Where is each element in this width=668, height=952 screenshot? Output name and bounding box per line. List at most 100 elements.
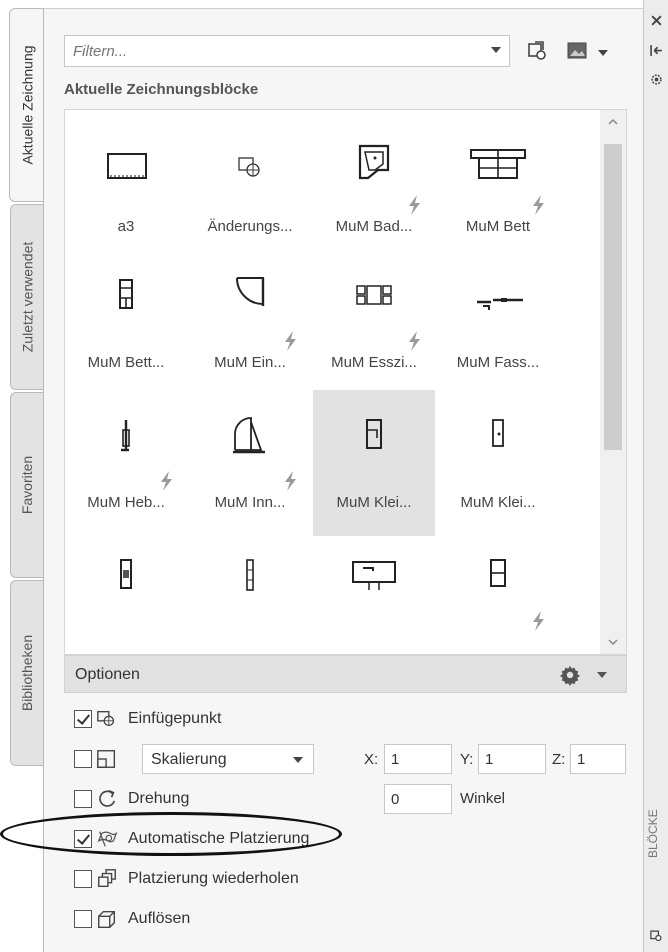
sink-block-icon bbox=[352, 561, 396, 590]
z-label: Z: bbox=[552, 751, 566, 768]
block-tile-label: MuM Klei... bbox=[336, 494, 412, 511]
scrollbar-thumb[interactable] bbox=[604, 144, 622, 450]
chevron-down-icon[interactable] bbox=[598, 50, 608, 56]
scale-z-input[interactable]: 1 bbox=[570, 744, 626, 774]
blocks-panel: Aktuelle Zeichnungsblöcke a3 Änderungs...… bbox=[43, 8, 643, 952]
block-tile[interactable] bbox=[313, 530, 435, 654]
block-tile[interactable] bbox=[437, 530, 559, 654]
block-tile[interactable]: MuM Bett bbox=[437, 114, 559, 260]
block-palette-icon bbox=[650, 930, 662, 942]
option-repeat-placement[interactable]: Platzierung wiederholen bbox=[74, 866, 299, 892]
block-tile[interactable]: a3 bbox=[65, 114, 187, 260]
block-tile[interactable]: MuM Klei... bbox=[437, 390, 559, 536]
scale-mode-dropdown[interactable]: Skalierung bbox=[142, 744, 314, 774]
explode-label: Auflösen bbox=[128, 910, 191, 927]
rotation-label: Drehung bbox=[128, 790, 190, 807]
door-swing-block-icon bbox=[236, 277, 265, 306]
chevron-down-icon[interactable] bbox=[607, 636, 619, 648]
chevron-down-icon[interactable] bbox=[597, 672, 607, 678]
view-image-icon[interactable] bbox=[566, 39, 590, 63]
block-tile[interactable] bbox=[65, 530, 187, 654]
block-tile[interactable]: MuM Ein... bbox=[189, 250, 311, 396]
dynamic-block-icon bbox=[533, 611, 544, 631]
option-insertion-point[interactable]: Einfügepunkt bbox=[74, 706, 221, 732]
x-label: X: bbox=[364, 751, 379, 768]
properties-gear-icon[interactable] bbox=[649, 72, 664, 87]
tab-label: Bibliotheken bbox=[19, 634, 36, 712]
dynamic-block-icon bbox=[533, 195, 544, 215]
tab-aktuelle-zeichnung[interactable]: Aktuelle Zeichnung bbox=[9, 8, 45, 202]
chevron-down-icon[interactable] bbox=[293, 757, 303, 763]
option-scale[interactable] bbox=[74, 746, 118, 772]
option-rotation[interactable]: Drehung bbox=[74, 786, 189, 812]
block-tile-label: MuM Ein... bbox=[214, 354, 286, 371]
chevron-up-icon[interactable] bbox=[607, 116, 619, 128]
wardrobe-block-icon bbox=[366, 419, 382, 449]
block-tile[interactable]: MuM Heb... bbox=[65, 390, 187, 536]
bathtub-block-icon bbox=[358, 144, 390, 180]
close-icon[interactable] bbox=[650, 14, 663, 27]
filter-input[interactable] bbox=[65, 36, 465, 66]
bed-small-block-icon bbox=[119, 279, 133, 309]
insertion-point-checkbox[interactable] bbox=[74, 710, 92, 728]
repeat-placement-icon bbox=[98, 869, 116, 888]
column-block-icon bbox=[120, 559, 132, 589]
block-tile[interactable]: MuM Esszi... bbox=[313, 250, 435, 396]
shelf-block-icon bbox=[490, 559, 506, 587]
palette-title-strip: BLÖCKE bbox=[643, 0, 668, 952]
option-explode[interactable]: Auflösen bbox=[74, 906, 190, 932]
explode-icon bbox=[98, 910, 116, 928]
dynamic-block-icon bbox=[409, 331, 420, 351]
highlight-annotation bbox=[0, 812, 342, 856]
angle-label: Winkel bbox=[460, 790, 506, 807]
scale-y-input[interactable]: 1 bbox=[478, 744, 546, 774]
gear-icon[interactable] bbox=[559, 664, 581, 686]
palette-title: BLÖCKE bbox=[646, 809, 660, 858]
scale-x-input[interactable]: 1 bbox=[384, 744, 452, 774]
block-tile-label: MuM Inn... bbox=[214, 494, 286, 511]
block-tile-label: MuM Klei... bbox=[460, 494, 536, 511]
block-tile-label: MuM Fass... bbox=[456, 354, 540, 371]
facade-block-icon bbox=[477, 298, 523, 310]
inner-door-block-icon bbox=[233, 417, 265, 454]
block-tile-label: Änderungs... bbox=[207, 218, 293, 235]
chevron-down-icon[interactable] bbox=[491, 47, 501, 53]
tab-label: Zuletzt verwendet bbox=[19, 241, 36, 353]
block-tile-label: MuM Heb... bbox=[87, 494, 165, 511]
block-tile[interactable]: MuM Inn... bbox=[189, 390, 311, 536]
scale-icon bbox=[97, 750, 116, 768]
options-header[interactable]: Optionen bbox=[64, 655, 627, 693]
tab-label: Aktuelle Zeichnung bbox=[19, 45, 36, 165]
explode-checkbox[interactable] bbox=[74, 910, 92, 928]
block-tile[interactable]: MuM Bett... bbox=[65, 250, 187, 396]
block-tile-label: MuM Bad... bbox=[335, 218, 413, 235]
filter-combobox[interactable] bbox=[64, 35, 510, 67]
block-tile[interactable]: MuM Klei... bbox=[313, 390, 435, 536]
block-gallery: a3 Änderungs... MuM Bad... MuM Bett MuM Bett… bbox=[64, 109, 627, 655]
dynamic-block-icon bbox=[285, 331, 296, 351]
auto-hide-icon[interactable] bbox=[650, 44, 663, 57]
tab-zuletzt-verwendet[interactable]: Zuletzt verwendet bbox=[10, 204, 44, 390]
options-title: Optionen bbox=[75, 666, 140, 683]
block-tile-label: MuM Bett bbox=[465, 218, 531, 235]
block-tile[interactable]: MuM Bad... bbox=[313, 114, 435, 260]
dynamic-block-icon bbox=[285, 471, 296, 491]
block-tile[interactable]: MuM Fass... bbox=[437, 250, 559, 396]
vertical-scrollbar[interactable] bbox=[600, 110, 626, 654]
insertion-point-label: Einfügepunkt bbox=[128, 710, 222, 727]
bed-block-icon bbox=[470, 149, 526, 179]
tab-favoriten[interactable]: Favoriten bbox=[10, 392, 44, 578]
repeat-placement-checkbox[interactable] bbox=[74, 870, 92, 888]
y-label: Y: bbox=[460, 751, 474, 768]
tab-bibliotheken[interactable]: Bibliotheken bbox=[10, 580, 44, 766]
import-block-icon[interactable] bbox=[526, 39, 550, 63]
scale-checkbox[interactable] bbox=[74, 750, 92, 768]
tab-label: Favoriten bbox=[19, 455, 36, 515]
block-tile[interactable] bbox=[189, 530, 311, 654]
rotate-icon bbox=[99, 789, 116, 807]
rotation-checkbox[interactable] bbox=[74, 790, 92, 808]
rectangle-block-icon bbox=[107, 153, 147, 179]
insertion-point-icon bbox=[97, 710, 115, 727]
block-tile[interactable]: Änderungs... bbox=[189, 114, 311, 260]
rotation-angle-input[interactable]: 0 bbox=[384, 784, 452, 814]
